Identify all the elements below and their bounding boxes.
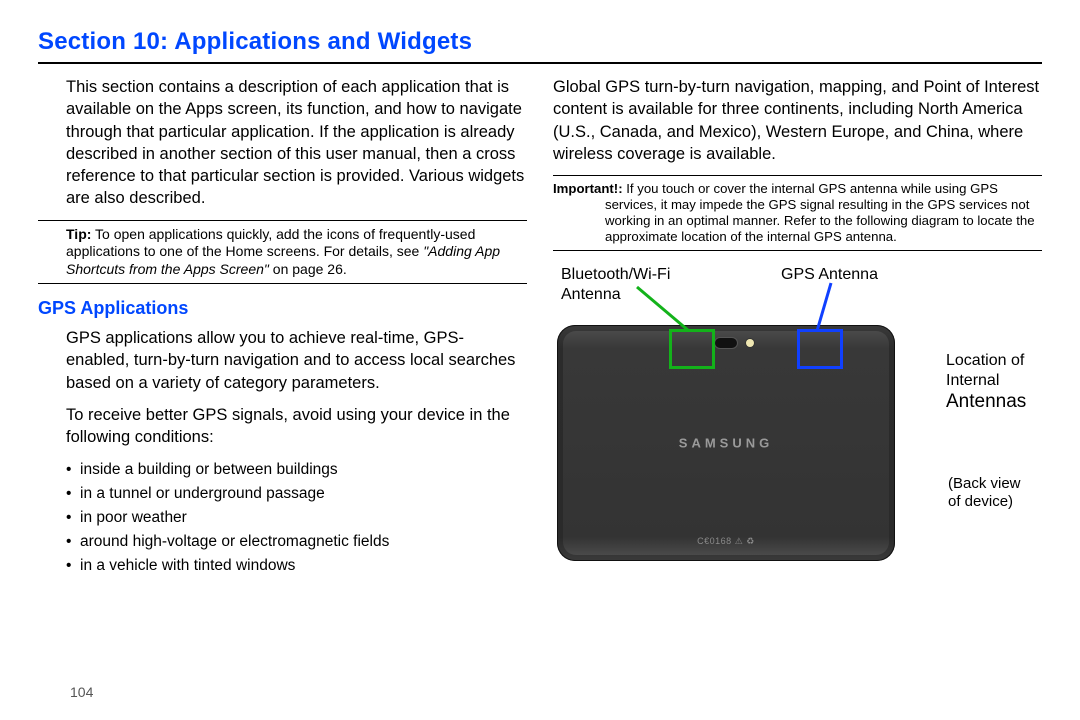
list-item: in a vehicle with tinted windows: [66, 554, 527, 578]
ce-mark: C€0168 ⚠ ♻: [697, 536, 755, 547]
camera-icon: [715, 338, 737, 348]
list-item: in poor weather: [66, 506, 527, 530]
section-rule: [38, 62, 1042, 64]
list-item: in a tunnel or underground passage: [66, 482, 527, 506]
right-column: Global GPS turn-by-turn navigation, mapp…: [553, 76, 1042, 615]
important-text: Important!: If you touch or cover the in…: [605, 181, 1042, 245]
label-line: Antennas: [946, 391, 1026, 412]
gps-conditions-list: inside a building or between buildings i…: [38, 458, 527, 578]
list-item: inside a building or between buildings: [66, 458, 527, 482]
camera-flash-icon: [746, 339, 754, 347]
list-item: around high-voltage or electromagnetic f…: [66, 530, 527, 554]
label-line: Internal: [946, 372, 999, 389]
gps-antenna-label: GPS Antenna: [781, 265, 878, 284]
tip-body: To open applications quickly, add the ic…: [66, 226, 475, 260]
two-column-layout: This section contains a description of e…: [38, 76, 1042, 615]
important-label: Important!:: [553, 181, 623, 196]
tip-text: Tip: To open applications quickly, add t…: [66, 226, 527, 279]
left-column: This section contains a description of e…: [38, 76, 527, 615]
device-back-illustration: SAMSUNG C€0168 ⚠ ♻: [557, 325, 895, 561]
gps-antenna-box: [797, 329, 843, 369]
gps-paragraph-2: To receive better GPS signals, avoid usi…: [38, 404, 527, 449]
location-of-internal-antennas-label: Location of Internal Antennas: [946, 351, 1042, 413]
label-line: Location of: [946, 352, 1024, 369]
blue-leader-line: [817, 283, 831, 331]
label-line: (Back view: [948, 475, 1021, 492]
page-number: 104: [70, 684, 93, 700]
intro-paragraph: This section contains a description of e…: [38, 76, 527, 210]
brand-logo: SAMSUNG: [679, 436, 773, 451]
global-gps-paragraph: Global GPS turn-by-turn navigation, mapp…: [553, 76, 1042, 165]
section-title: Section 10: Applications and Widgets: [38, 28, 1042, 56]
bluetooth-wifi-antenna-label: Bluetooth/Wi-Fi Antenna: [561, 265, 670, 303]
gps-applications-heading: GPS Applications: [38, 298, 527, 319]
tip-callout: Tip: To open applications quickly, add t…: [38, 220, 527, 285]
back-view-caption: (Back view of device): [948, 475, 1040, 511]
tip-tail: on page 26.: [269, 261, 347, 277]
bluetooth-wifi-antenna-box: [669, 329, 715, 369]
antenna-diagram: Bluetooth/Wi-Fi Antenna GPS Antenna Loca…: [553, 265, 1042, 615]
important-body: If you touch or cover the internal GPS a…: [605, 181, 1035, 244]
label-line: of device): [948, 493, 1013, 510]
label-line: Antenna: [561, 286, 621, 303]
gps-paragraph-1: GPS applications allow you to achieve re…: [38, 327, 527, 394]
tip-label: Tip:: [66, 226, 91, 242]
important-callout: Important!: If you touch or cover the in…: [553, 175, 1042, 251]
label-line: Bluetooth/Wi-Fi: [561, 266, 670, 283]
